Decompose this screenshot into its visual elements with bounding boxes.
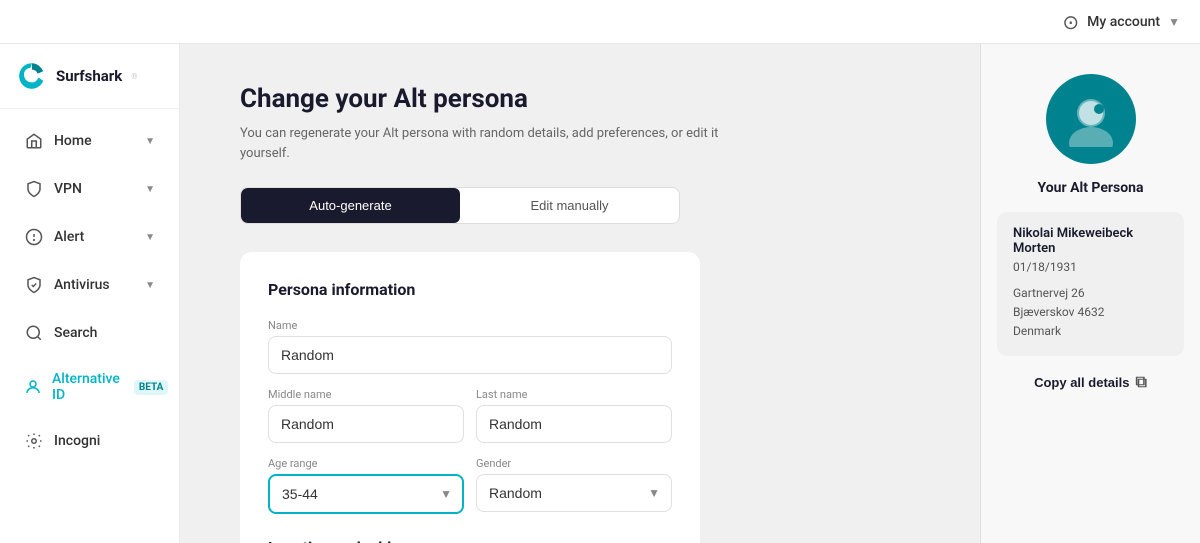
age-gender-row: Age range 35-44 18-24 25-34 45-54 55+ ▼ …: [268, 457, 672, 514]
copy-icon: ⧉: [1135, 374, 1146, 392]
gender-label: Gender: [476, 457, 672, 470]
chevron-down-icon: ▼: [145, 232, 155, 243]
last-name-input[interactable]: [476, 405, 672, 443]
sidebar-item-label: Alternative ID: [52, 371, 120, 403]
chevron-down-icon: ▼: [145, 136, 155, 147]
sidebar-item-label: Alert: [54, 229, 84, 245]
middle-name-group: Middle name: [268, 388, 464, 443]
sidebar-item-label: Home: [54, 133, 92, 149]
last-name-label: Last name: [476, 388, 672, 401]
sidebar-item-label: VPN: [54, 181, 82, 197]
vpn-icon: [24, 179, 44, 199]
sidebar-item-home[interactable]: Home ▼: [8, 119, 171, 163]
copy-btn-label: Copy all details: [1034, 375, 1129, 390]
edit-manually-tab[interactable]: Edit manually: [460, 188, 679, 223]
gender-group: Gender Random Male Female ▼: [476, 457, 672, 514]
app-name: Surfshark: [56, 67, 122, 85]
name-input[interactable]: [268, 336, 672, 374]
your-alt-persona-label: Your Alt Persona: [1038, 180, 1144, 196]
persona-dob: 01/18/1931: [1013, 260, 1168, 274]
age-range-group: Age range 35-44 18-24 25-34 45-54 55+ ▼: [268, 457, 464, 514]
trademark: ®: [131, 72, 137, 81]
incogni-icon: [24, 431, 44, 451]
page-title: Change your Alt persona: [240, 84, 920, 114]
sidebar-item-label: Incogni: [54, 433, 100, 449]
sidebar-nav: Home ▼ VPN ▼ Alert ▼ An: [0, 109, 179, 473]
sidebar-item-vpn[interactable]: VPN ▼: [8, 167, 171, 211]
avatar: [1046, 74, 1136, 164]
antivirus-icon: [24, 275, 44, 295]
last-name-group: Last name: [476, 388, 672, 443]
sidebar-item-label: Search: [54, 325, 97, 341]
account-icon: ⊙: [1062, 10, 1079, 34]
account-menu[interactable]: ⊙ My account ▼: [1062, 10, 1180, 34]
age-range-select[interactable]: 35-44 18-24 25-34 45-54 55+: [268, 474, 464, 514]
name-label: Name: [268, 319, 672, 332]
persona-form: Persona information Name Middle name Las…: [240, 252, 700, 543]
avatar-icon: [1063, 91, 1119, 147]
chevron-down-icon: ▼: [145, 280, 155, 291]
location-section-title: Location and address: [268, 538, 672, 543]
sidebar: Surfshark ® Home ▼ VPN ▼: [0, 44, 180, 543]
persona-address: Gartnervej 26 Bjæverskov 4632 Denmark: [1013, 284, 1168, 342]
sidebar-item-search[interactable]: Search: [8, 311, 171, 355]
main-content: Change your Alt persona You can regenera…: [180, 44, 980, 543]
persona-section-title: Persona information: [268, 280, 672, 299]
sidebar-item-alert[interactable]: Alert ▼: [8, 215, 171, 259]
right-panel: Your Alt Persona Nikolai Mikeweibeck Mor…: [980, 44, 1200, 543]
sidebar-item-label: Antivirus: [54, 277, 110, 293]
beta-badge: BETA: [134, 380, 169, 395]
chevron-down-icon: ▼: [145, 184, 155, 195]
gender-select-wrapper: Random Male Female ▼: [476, 474, 672, 512]
sidebar-item-incogni[interactable]: Incogni: [8, 419, 171, 463]
persona-name: Nikolai Mikeweibeck Morten: [1013, 226, 1168, 256]
logo: Surfshark ®: [0, 44, 179, 109]
middle-name-label: Middle name: [268, 388, 464, 401]
account-label: My account: [1087, 14, 1160, 30]
age-range-label: Age range: [268, 457, 464, 470]
name-row: Middle name Last name: [268, 388, 672, 443]
sidebar-item-antivirus[interactable]: Antivirus ▼: [8, 263, 171, 307]
persona-details-card: Nikolai Mikeweibeck Morten 01/18/1931 Ga…: [997, 212, 1184, 356]
gender-select[interactable]: Random Male Female: [476, 474, 672, 512]
page-description: You can regenerate your Alt persona with…: [240, 124, 720, 163]
surfshark-logo-icon: [16, 60, 48, 92]
name-field-group: Name: [268, 319, 672, 374]
search-icon: [24, 323, 44, 343]
copy-all-details-button[interactable]: Copy all details ⧉: [1034, 370, 1147, 396]
middle-name-input[interactable]: [268, 405, 464, 443]
home-icon: [24, 131, 44, 151]
age-range-select-wrapper: 35-44 18-24 25-34 45-54 55+ ▼: [268, 474, 464, 514]
alternative-id-icon: [24, 377, 42, 397]
alert-icon: [24, 227, 44, 247]
sidebar-item-alternative-id[interactable]: Alternative ID BETA: [8, 359, 171, 415]
auto-generate-tab[interactable]: Auto-generate: [241, 188, 460, 223]
account-chevron-icon: ▼: [1168, 15, 1180, 29]
view-toggle: Auto-generate Edit manually: [240, 187, 680, 224]
